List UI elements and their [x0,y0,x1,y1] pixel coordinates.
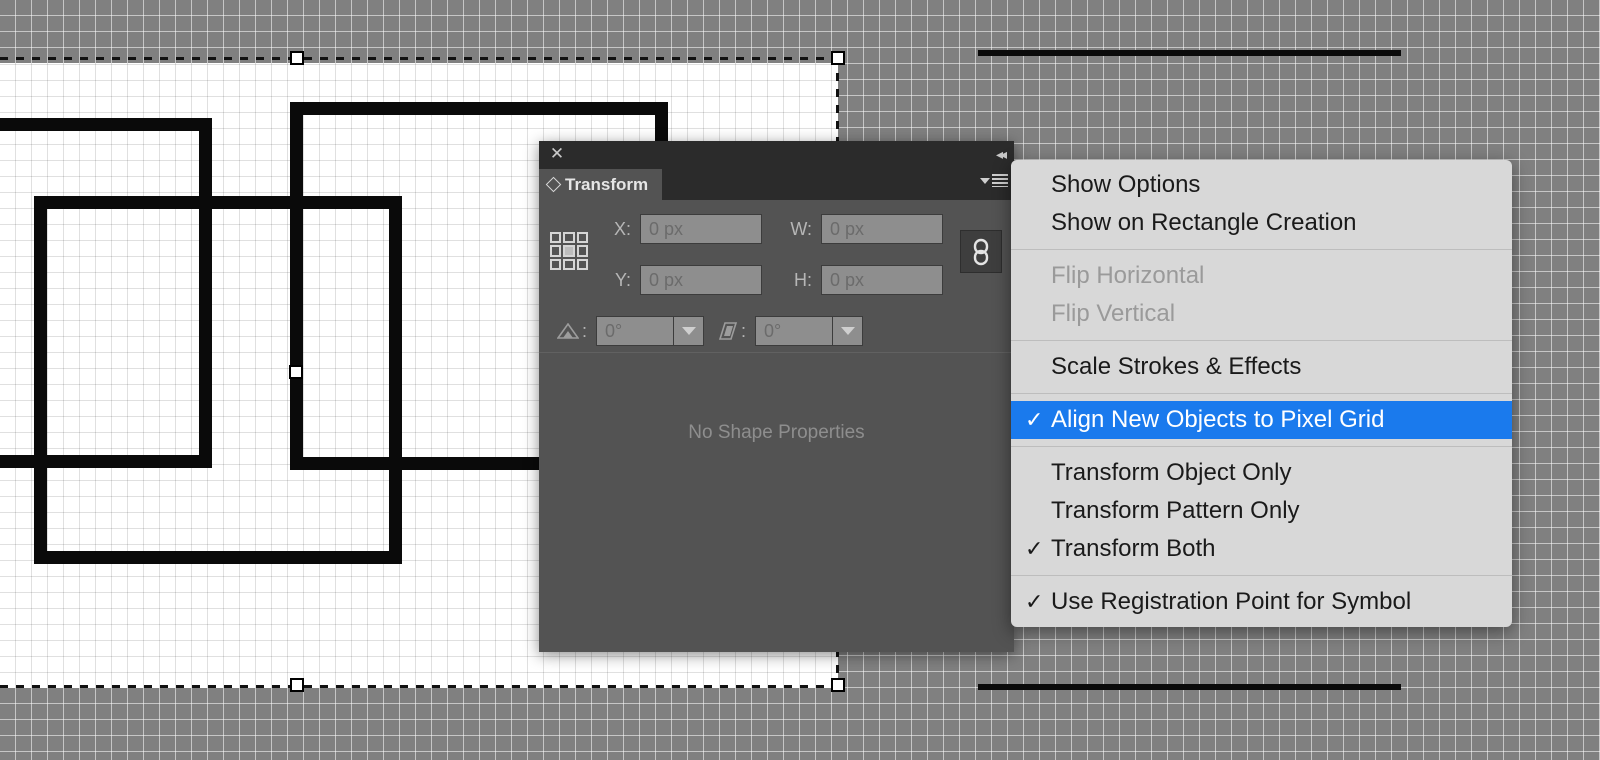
panel-body: X: W: Y: H: [539,200,1014,652]
transform-panel[interactable]: ✕ ◂◂ Transform X: 0 px W: 0 px Y: 0 px H… [539,141,1014,652]
tab-transform[interactable]: Transform [539,169,663,200]
menu-item-label: Flip Vertical [1051,300,1176,327]
shear-icon [718,322,738,340]
panel-context-menu[interactable]: Show Options Show on Rectangle Creation Fl… [1011,160,1512,627]
menu-item-label: Transform Both [1051,535,1216,562]
check-icon: ✓ [1025,407,1044,432]
menu-separator [1011,393,1512,394]
collapse-double-chevron-icon[interactable]: ◂◂ [996,146,1007,162]
constrain-proportions-button[interactable] [960,230,1002,273]
rotate-input[interactable] [596,316,675,346]
menu-item-label: Transform Pattern Only [1051,497,1300,524]
artwork-line-bottom[interactable] [978,684,1401,690]
menu-separator [1011,340,1512,341]
menu-item[interactable]: Show Options [1011,166,1512,204]
menu-item[interactable]: ✓ Use Registration Point for Symbol [1011,583,1512,621]
screen: ✕ ◂◂ Transform X: 0 px W: 0 px Y: 0 px H… [0,0,1600,760]
menu-item-label: Show on Rectangle Creation [1051,209,1357,236]
chevron-down-icon [980,177,990,184]
menu-item: Flip Vertical [1011,295,1512,333]
shear-input[interactable] [755,316,834,346]
row-x-w: X: W: [539,212,1014,246]
refpoint-center[interactable] [563,245,575,257]
check-icon: ✓ [1025,589,1044,614]
chevron-down-icon [840,327,855,335]
menu-item-label: Transform Object Only [1051,459,1292,486]
chain-link-icon [973,238,989,265]
label-y: Y: [614,269,631,290]
refpoint-middle-right[interactable] [576,245,588,257]
menu-item[interactable]: ✓ Align New Objects to Pixel Grid [1011,401,1512,439]
selection-handle-bottom-center[interactable] [290,678,304,692]
transform-fields: X: W: Y: H: [539,200,1014,353]
menu-item-label: Use Registration Point for Symbol [1051,588,1412,615]
selection-handle-middle[interactable] [289,365,303,379]
label-h: H: [794,269,812,290]
menu-item-label: Show Options [1051,171,1201,198]
row-y-h: Y: H: [539,263,1014,297]
menu-item[interactable]: Transform Object Only [1011,454,1512,492]
selection-handle-top-right[interactable] [831,51,845,65]
rotate-dropdown-button[interactable] [674,316,705,346]
menu-item[interactable]: Show on Rectangle Creation [1011,204,1512,242]
panel-tab-row[interactable]: Transform [539,169,1014,200]
x-input[interactable] [640,214,762,244]
label-shear-colon: : [741,320,747,341]
check-icon: ✓ [1025,536,1044,561]
panel-title: Transform [565,175,649,194]
menu-item-label: Scale Strokes & Effects [1051,353,1302,380]
panel-titlebar[interactable]: ✕ ◂◂ [539,141,1014,169]
shear-dropdown-button[interactable] [833,316,864,346]
menu-item-label: Align New Objects to Pixel Grid [1051,406,1385,433]
menu-separator [1011,249,1512,250]
label-w: W: [790,218,812,239]
close-icon[interactable]: ✕ [548,145,566,163]
width-input[interactable] [821,214,943,244]
menu-item: Flip Horizontal [1011,257,1512,295]
artwork-line-top[interactable] [978,50,1401,56]
menu-item-label: Flip Horizontal [1051,262,1205,289]
menu-item[interactable]: ✓ Transform Both [1011,530,1512,568]
selection-handle-bottom-right[interactable] [831,678,845,692]
y-input[interactable] [640,265,762,295]
row-rotate-shear: : : [539,314,1014,348]
label-rotate-colon: : [582,320,588,341]
selection-handle-top-center[interactable] [290,51,304,65]
angle-icon [557,323,579,339]
empty-state-message: No Shape Properties [688,422,865,443]
diamond-icon [545,176,562,193]
panel-menu-icon[interactable] [980,174,1008,187]
chevron-down-icon [681,327,696,335]
hamburger-icon [992,174,1008,187]
refpoint-middle-left[interactable] [550,245,562,257]
menu-item[interactable]: Scale Strokes & Effects [1011,348,1512,386]
height-input[interactable] [821,265,943,295]
menu-item[interactable]: Transform Pattern Only [1011,492,1512,530]
label-x: X: [613,218,631,239]
menu-separator [1011,575,1512,576]
menu-separator [1011,446,1512,447]
